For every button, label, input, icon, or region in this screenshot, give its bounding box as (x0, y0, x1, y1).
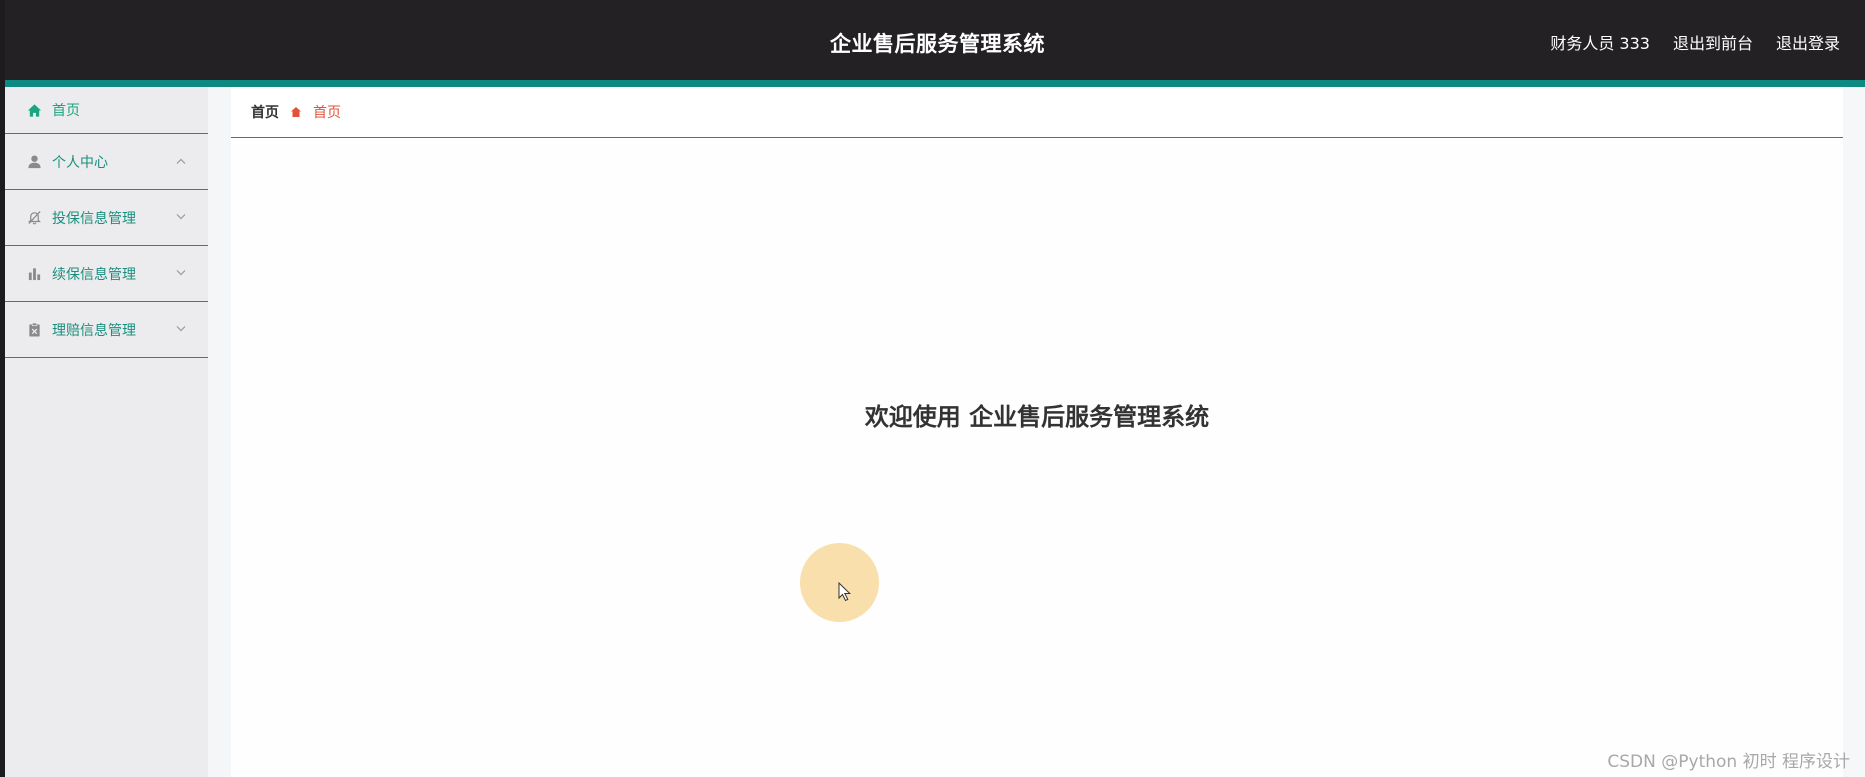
mouse-cursor-icon (838, 582, 852, 602)
sidebar-item-label: 续保信息管理 (52, 266, 136, 283)
app-window: 企业售后服务管理系统 财务人员 333 退出到前台 退出登录 首页 个人中心 投… (0, 0, 1865, 777)
chevron-down-icon (176, 212, 186, 222)
bell-off-icon (26, 210, 42, 226)
user-icon (26, 154, 42, 170)
back-to-frontend-link[interactable]: 退出到前台 (1673, 30, 1753, 54)
home-separator-icon (290, 106, 302, 118)
sidebar-item-label: 理赔信息管理 (52, 322, 136, 339)
watermark: CSDN @Python 初时 程序设计 (1607, 752, 1850, 772)
breadcrumb-root[interactable]: 首页 (251, 102, 279, 122)
breadcrumb: 首页 首页 (231, 87, 1843, 138)
sidebar-item-claims-management[interactable]: 理赔信息管理 (5, 302, 208, 358)
content-gutter (208, 87, 231, 777)
sidebar-item-label: 个人中心 (52, 154, 108, 171)
sidebar: 首页 个人中心 投保信息管理 续保信息管理 理赔信息管理 (5, 87, 208, 777)
current-user-label: 财务人员 333 (1550, 34, 1650, 53)
sidebar-item-label: 首页 (52, 103, 80, 119)
sidebar-item-renewal-management[interactable]: 续保信息管理 (5, 246, 208, 302)
chevron-down-icon (176, 324, 186, 334)
sidebar-item-home[interactable]: 首页 (5, 87, 208, 134)
logout-link[interactable]: 退出登录 (1776, 30, 1840, 54)
right-gutter (1843, 87, 1865, 777)
sidebar-item-insurance-management[interactable]: 投保信息管理 (5, 190, 208, 246)
welcome-message: 欢迎使用 企业售后服务管理系统 (864, 403, 1210, 431)
breadcrumb-current: 首页 (313, 105, 341, 121)
header-accent-strip (5, 80, 1865, 87)
bar-chart-icon (26, 266, 42, 282)
chevron-down-icon (176, 268, 186, 278)
home-icon (26, 102, 42, 118)
header-actions: 财务人员 333 退出到前台 退出登录 (1550, 30, 1840, 54)
chevron-up-icon (176, 156, 186, 166)
sidebar-item-personal-center[interactable]: 个人中心 (5, 134, 208, 190)
sidebar-item-label: 投保信息管理 (52, 210, 136, 227)
main-content: 首页 首页 欢迎使用 企业售后服务管理系统 (231, 87, 1843, 777)
clipboard-icon (26, 322, 42, 338)
